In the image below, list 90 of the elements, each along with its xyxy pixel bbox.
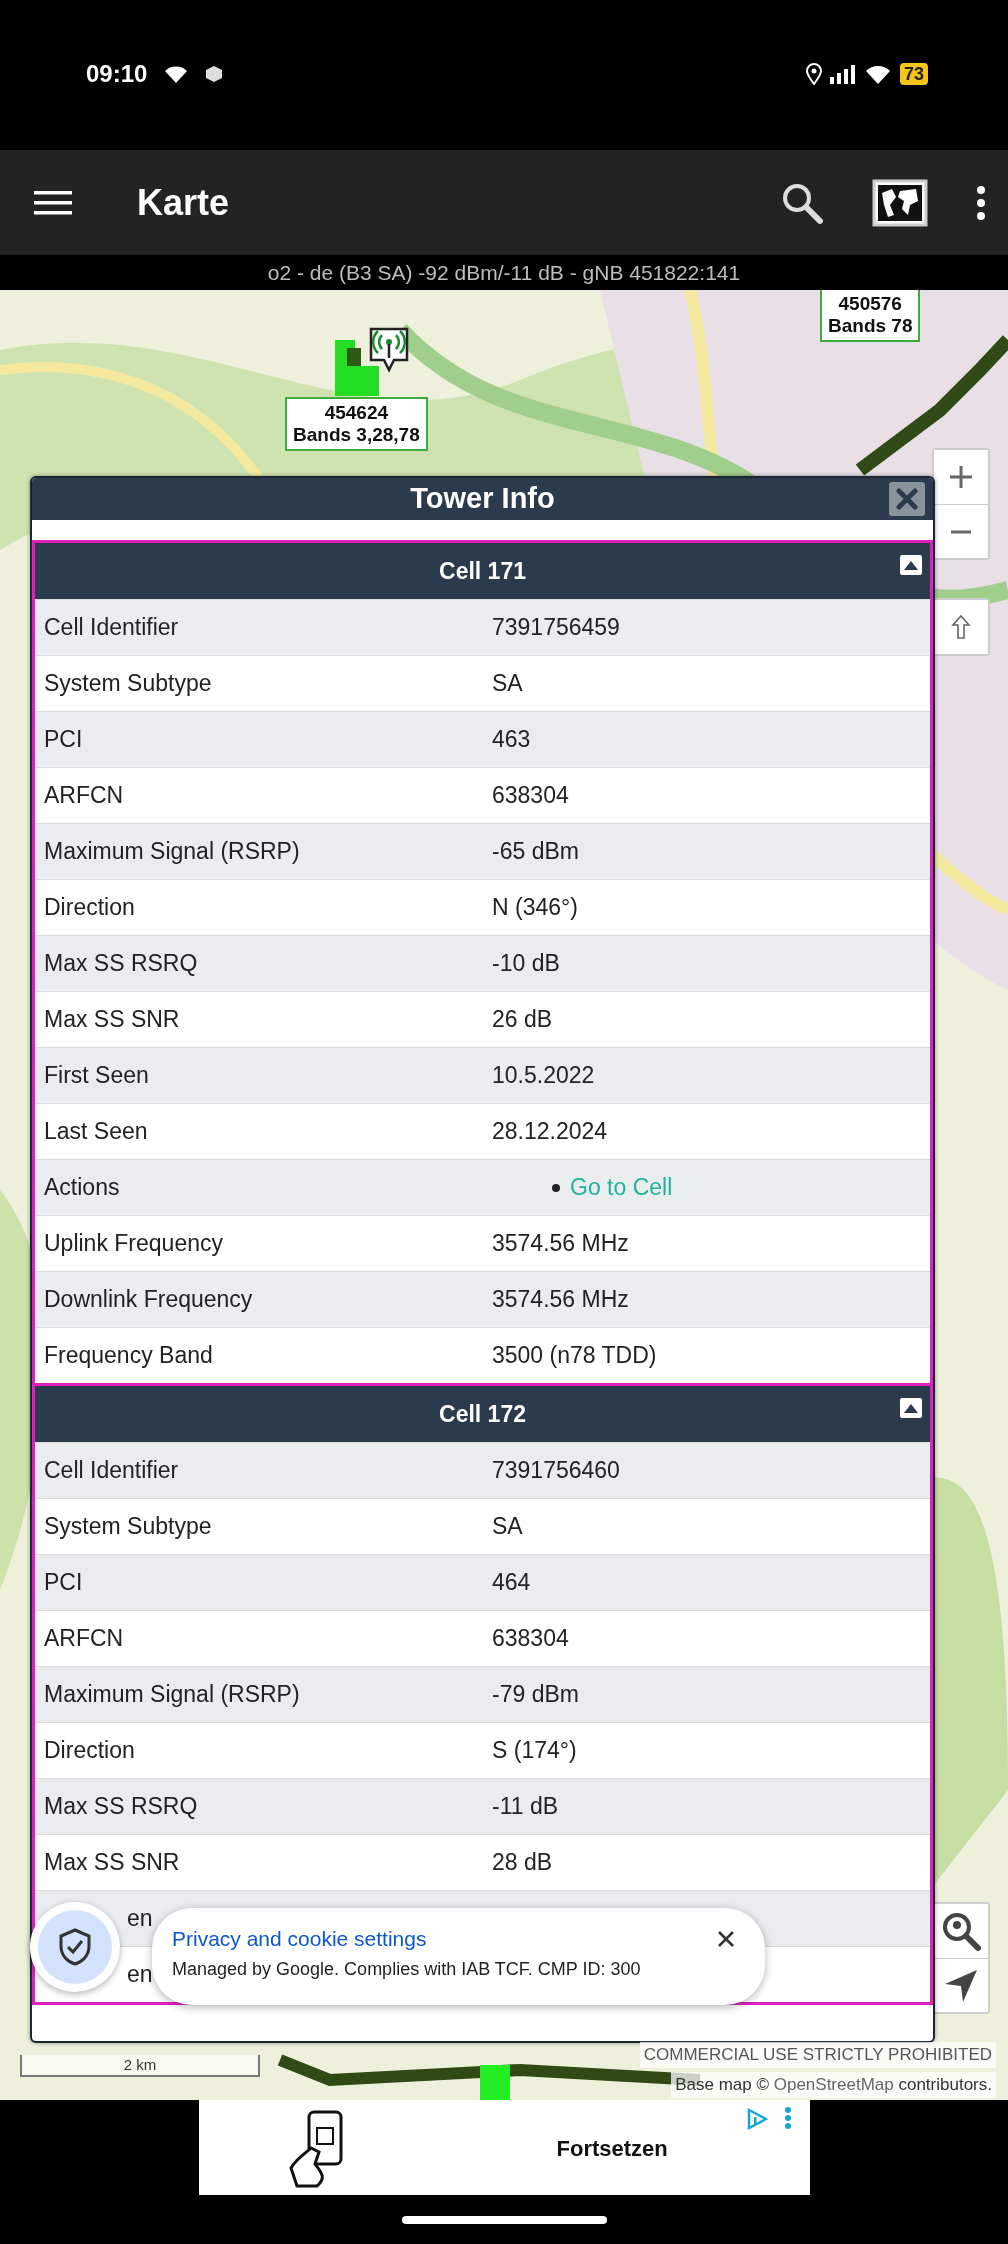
menu-button[interactable] [34,188,72,217]
field-value: S (174°) [492,1736,578,1766]
cell-title: Cell 172 [439,1399,526,1429]
location-icon [805,63,822,85]
field-label: Direction [43,1736,136,1766]
field-value: SA [492,669,524,699]
field-label: First Seen [43,1061,150,1091]
field-value: 3574.56 MHz [492,1285,630,1315]
north-button[interactable] [934,600,988,654]
close-icon [896,488,918,510]
caret-up-icon [904,1403,918,1413]
adchoices-icon [745,2108,768,2130]
field-value: N (346°) [492,893,579,923]
navigation-arrow-icon [943,1967,979,2004]
cookie-title[interactable]: Privacy and cookie settings [172,1926,745,1952]
zoom-out-button[interactable] [934,504,988,558]
home-indicator[interactable] [401,2215,607,2224]
field-value: -65 dBm [492,837,580,867]
field-label: PCI [43,1568,84,1598]
field-value: 638304 [492,1624,570,1654]
field-label: Max SS RSRQ [43,949,199,979]
arrow-up-icon [951,614,971,640]
more-icon [976,184,986,221]
clock: 09:10 [86,59,148,89]
world-map-icon [872,178,928,227]
field-label: Maximum Signal (RSRP) [43,1680,301,1710]
scale-bar: 2 km [20,2055,260,2077]
field-label: en [127,1904,153,1934]
more-icon [783,2106,792,2130]
field-label: Maximum Signal (RSRP) [43,837,301,867]
field-label: Direction [43,893,136,923]
tower-label[interactable]: 450576 Bands 78 [820,290,921,342]
field-label: System Subtype [43,669,213,699]
map-search-icon [941,1911,981,1951]
cookie-text: Managed by Google. Complies with IAB TCF. CMP ID: 300 [172,1958,642,1981]
field-value: 463 [492,725,532,755]
wifi-icon [863,63,892,85]
field-label: ARFCN [43,1624,125,1654]
field-value: 3500 (n78 TDD) [492,1341,658,1371]
my-location-button[interactable] [934,1958,988,2012]
collapse-toggle[interactable] [900,1398,922,1418]
field-value: 28.12.2024 [492,1117,609,1147]
field-label: PCI [43,725,84,755]
close-icon [717,1929,735,1948]
field-value: -11 dB [492,1792,560,1822]
minus-icon [951,529,971,534]
field-label: Last Seen [43,1117,149,1147]
field-label: Frequency Band [43,1341,214,1371]
battery-indicator: 73 [899,63,928,85]
plus-icon [950,466,972,488]
tower-marker-icon[interactable] [368,326,410,374]
field-label: en [127,1960,153,1990]
screen-title: Karte [137,180,230,225]
caret-up-icon [904,560,918,570]
more-options-button[interactable] [976,184,986,221]
field-value: 7391756460 [492,1456,621,1486]
field-label: Uplink Frequency [43,1229,224,1259]
field-value: 638304 [492,781,570,811]
usage-notice: COMMERCIAL USE STRICTLY PROHIBITED [639,2042,996,2068]
field-value: -79 dBm [492,1680,580,1710]
field-value: 10.5.2022 [492,1061,596,1091]
field-label: Max SS RSRQ [43,1792,199,1822]
field-label: Cell Identifier [43,613,180,643]
field-label: Downlink Frequency [43,1285,254,1315]
field-label: System Subtype [43,1512,213,1542]
hexagon-icon [205,65,224,83]
field-value: 28 dB [492,1848,554,1878]
menu-icon [34,188,72,217]
field-value: SA [492,1512,524,1542]
coverage-drawing [335,340,379,396]
attribution-link[interactable]: OpenStreetMap [773,2075,894,2094]
shield-check-icon [59,1928,91,1966]
field-label: Cell Identifier [43,1456,180,1486]
field-label: Max SS SNR [43,1848,181,1878]
map-attribution: Base map © OpenStreetMap contributors. [671,2072,996,2098]
field-value: 3574.56 MHz [492,1229,630,1259]
tower-label[interactable]: 454624 Bands 3,28,78 [285,397,428,451]
map-layer-button[interactable] [872,178,928,227]
bullet-icon [552,1183,560,1192]
field-label: Actions [43,1173,121,1203]
field-value: 7391756459 [492,613,621,643]
field-label: Max SS SNR [43,1005,181,1035]
dialog-title: Tower Info [410,481,555,517]
field-value: 26 dB [492,1005,554,1035]
signal-icon [829,64,856,84]
field-label: ARFCN [43,781,125,811]
collapse-toggle[interactable] [900,555,922,575]
field-value: 464 [492,1568,532,1598]
field-value: -10 dB [492,949,561,979]
cell-title: Cell 171 [439,556,526,586]
